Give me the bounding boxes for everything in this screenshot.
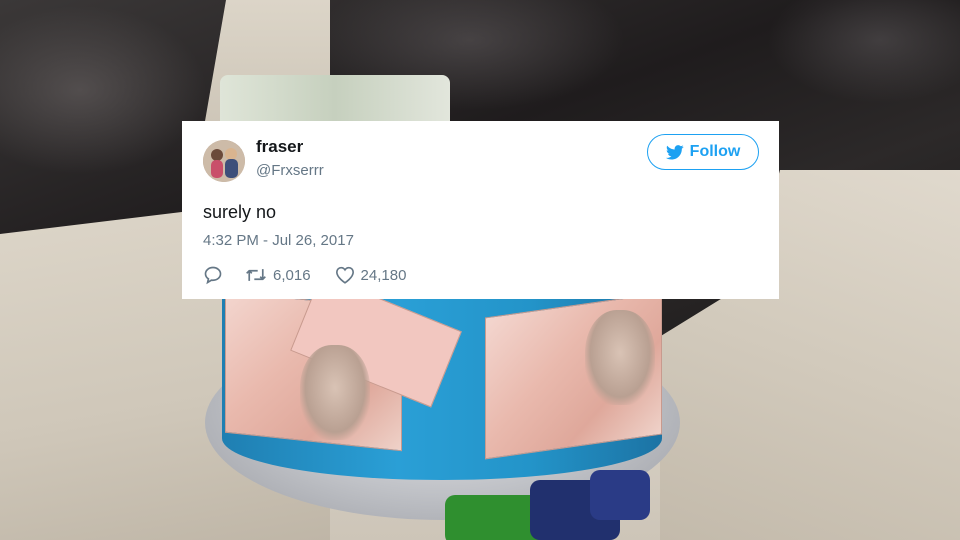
like-count: 24,180 xyxy=(360,266,407,284)
twitter-bird-icon xyxy=(665,144,684,160)
tweet-card: fraser @Frxserrr Follow surely no 4:32 P… xyxy=(182,121,779,299)
author-name[interactable]: fraser xyxy=(256,137,303,157)
follow-button[interactable]: Follow xyxy=(647,134,759,170)
follow-label: Follow xyxy=(689,143,741,160)
toy-block-blue-2 xyxy=(590,470,650,520)
reply-icon xyxy=(203,265,223,285)
tweet-actions: 6,016 24,180 xyxy=(203,263,406,287)
retweet-count: 6,016 xyxy=(273,266,311,284)
author-handle[interactable]: @Frxserrr xyxy=(256,162,324,179)
reply-button[interactable] xyxy=(203,265,223,285)
retweet-icon xyxy=(245,266,267,284)
like-button[interactable]: 24,180 xyxy=(335,266,407,284)
tweet-timestamp[interactable]: 4:32 PM - Jul 26, 2017 xyxy=(203,232,354,249)
heart-icon xyxy=(335,266,355,284)
tweet-text: surely no xyxy=(203,202,277,222)
avatar[interactable] xyxy=(203,140,245,182)
banknote-portrait-left xyxy=(300,345,370,440)
retweet-button[interactable]: 6,016 xyxy=(245,266,311,284)
banknote-portrait-right xyxy=(585,310,655,405)
